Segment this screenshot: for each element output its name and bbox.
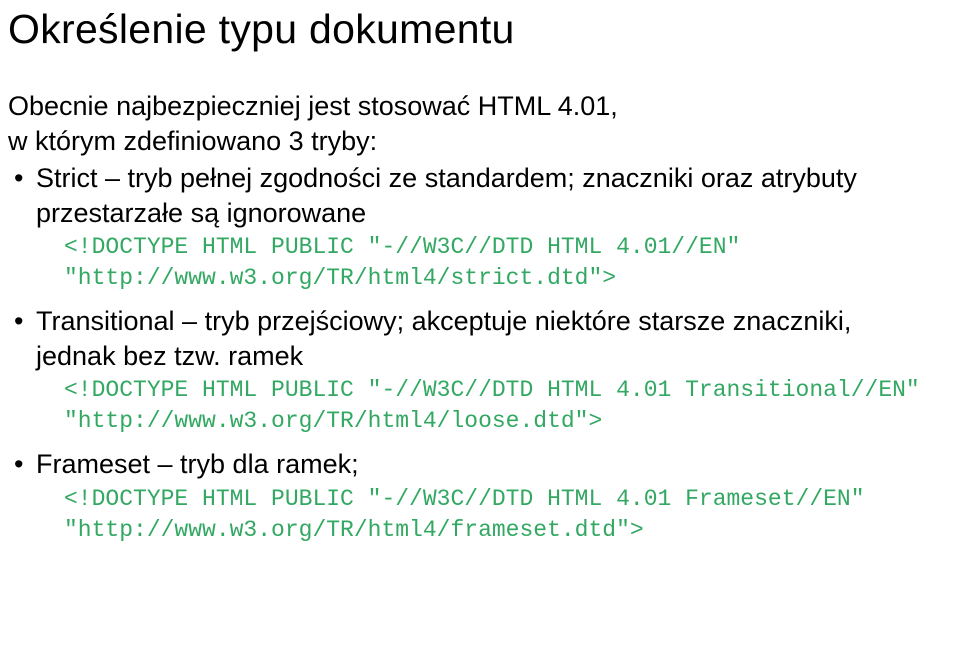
item-code: <!DOCTYPE HTML PUBLIC "-//W3C//DTD HTML … — [64, 232, 936, 294]
intro-line-1: Obecnie najbezpieczniej jest stosować HT… — [8, 91, 936, 122]
item-desc: Strict – tryb pełnej zgodności ze standa… — [36, 161, 936, 230]
page-title: Określenie typu dokumentu — [8, 6, 936, 53]
mode-list: Strict – tryb pełnej zgodności ze standa… — [8, 161, 936, 546]
item-desc: Transitional – tryb przejściowy; akceptu… — [36, 304, 936, 373]
intro-line-2: w którym zdefiniowano 3 tryby: — [8, 126, 936, 157]
list-item: Frameset – tryb dla ramek; <!DOCTYPE HTM… — [36, 447, 936, 546]
list-item: Strict – tryb pełnej zgodności ze standa… — [36, 161, 936, 294]
item-code: <!DOCTYPE HTML PUBLIC "-//W3C//DTD HTML … — [64, 375, 936, 437]
item-code: <!DOCTYPE HTML PUBLIC "-//W3C//DTD HTML … — [64, 484, 936, 546]
item-desc: Frameset – tryb dla ramek; — [36, 447, 936, 482]
list-item: Transitional – tryb przejściowy; akceptu… — [36, 304, 936, 437]
slide-page: Określenie typu dokumentu Obecnie najbez… — [0, 0, 960, 546]
